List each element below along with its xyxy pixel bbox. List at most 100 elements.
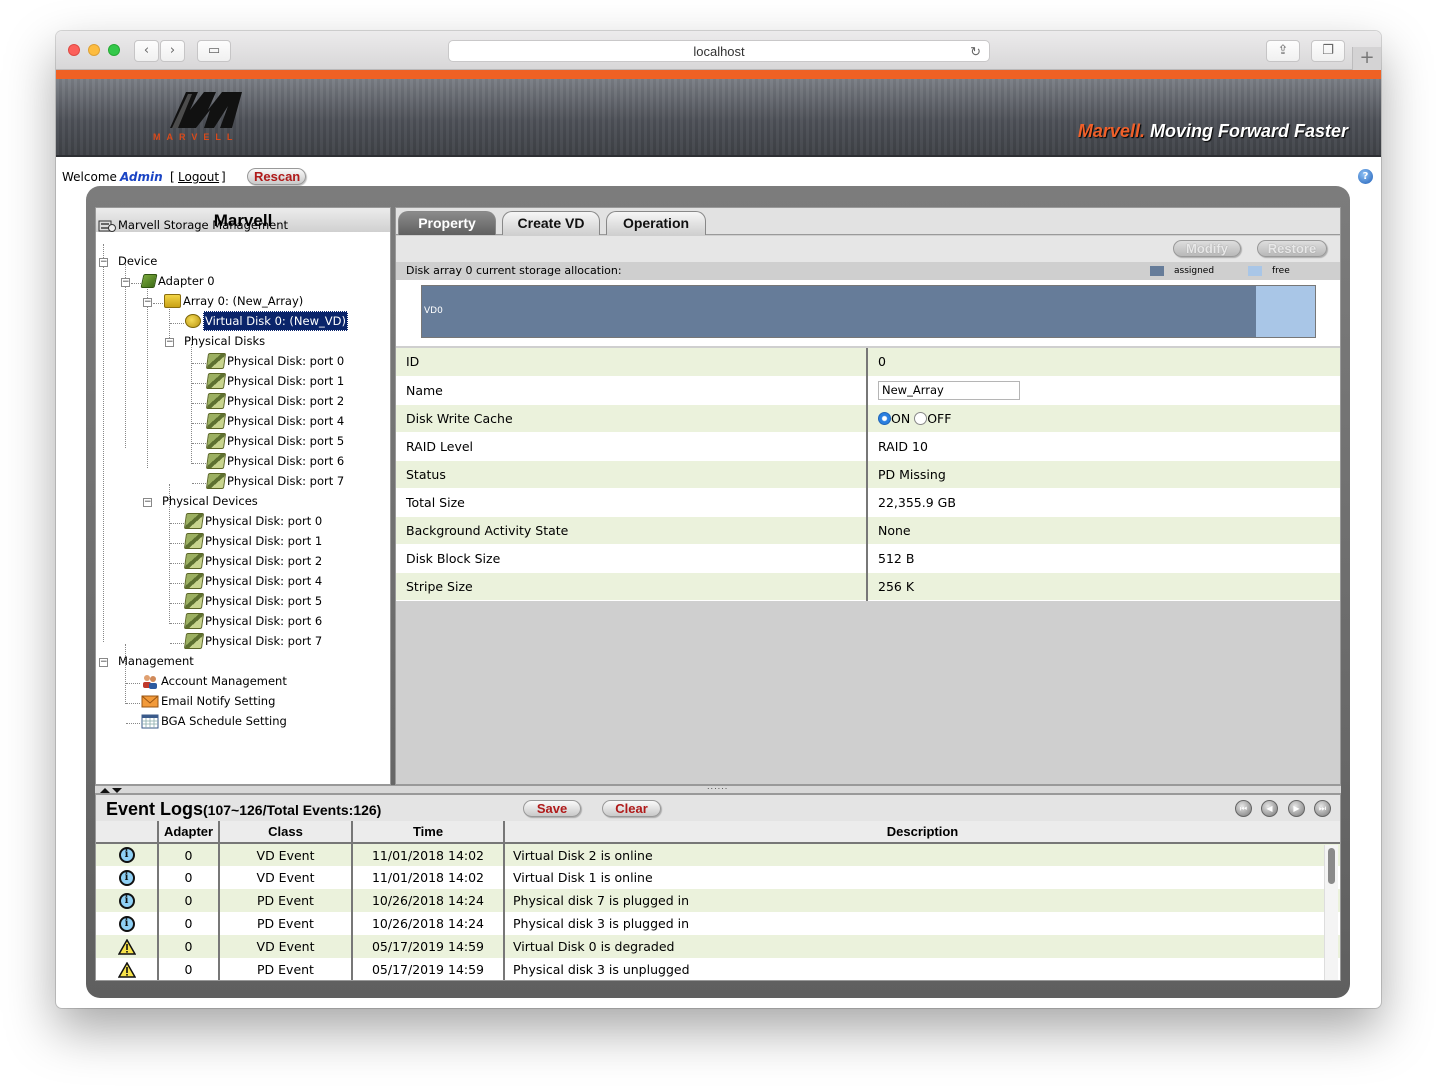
previous-page-icon[interactable]: ◀ <box>1261 800 1278 817</box>
log-adapter: 0 <box>158 889 220 912</box>
tree-item-physical-device-1[interactable]: Physical Disk: port 1 <box>183 532 322 550</box>
splitter-grip-icon[interactable]: ...... <box>707 782 728 791</box>
panel-splitter[interactable]: ...... <box>95 782 1341 794</box>
tree-item-virtual-disk[interactable]: Virtual Disk 0: (New_VD) <box>185 311 348 331</box>
tree-physical-disks-label: Physical Disks <box>184 334 266 348</box>
sidebar-toggle-icon[interactable]: ▭ <box>197 40 231 62</box>
tree-item-physical-device-2[interactable]: Physical Disk: port 2 <box>183 552 323 570</box>
tree-item-physical-disk-label: Physical Disk: port 6 <box>227 454 345 468</box>
column-header-time[interactable]: Time <box>352 821 505 844</box>
table-row[interactable]: i 0 PD Event 10/26/2018 14:24 Physical disk … <box>96 912 1340 935</box>
tab-operation[interactable]: Operation <box>606 211 706 235</box>
allocation-segment-vd0[interactable]: VD0 <box>422 286 1257 337</box>
last-page-icon[interactable]: ⏭ <box>1314 800 1331 817</box>
tree-account-label: Account Management <box>161 674 287 688</box>
tree-item-account-management[interactable]: Account Management <box>141 672 287 690</box>
tree-connector <box>170 523 184 524</box>
splitter-arrows-icon[interactable] <box>99 787 123 794</box>
logout-link[interactable]: Logout <box>178 170 219 184</box>
log-description: Physical disk 3 is plugged in <box>504 912 1340 935</box>
users-icon <box>143 675 157 689</box>
event-logs-scrollbar[interactable] <box>1324 845 1338 980</box>
close-window-icon[interactable] <box>68 44 80 56</box>
restore-button[interactable]: Restore <box>1257 240 1327 257</box>
column-header-description[interactable]: Description <box>504 821 1340 844</box>
table-row[interactable]: 0 VD Event 05/17/2019 14:59 Virtual Disk 0 … <box>96 935 1340 958</box>
tree-item-physical-device-label: Physical Disk: port 2 <box>205 554 323 568</box>
collapse-management-icon[interactable]: − <box>99 658 108 667</box>
zoom-window-icon[interactable] <box>108 44 120 56</box>
show-tabs-icon[interactable]: ❐ <box>1311 40 1345 62</box>
physical-disk-icon <box>205 453 227 469</box>
forward-icon[interactable]: › <box>160 40 185 62</box>
first-page-icon[interactable]: ⏮ <box>1235 800 1252 817</box>
tree-item-physical-disk-4[interactable]: Physical Disk: port 5 <box>205 432 344 450</box>
tree-item-bga-schedule[interactable]: BGA Schedule Setting <box>141 712 287 730</box>
tree-item-physical-device-0[interactable]: Physical Disk: port 0 <box>183 512 322 530</box>
tree-item-physical-disk-label: Physical Disk: port 1 <box>227 374 345 388</box>
property-label: Total Size <box>396 488 868 517</box>
reload-icon[interactable]: ↻ <box>970 41 981 62</box>
property-row-name: Name New_Array <box>396 376 1340 405</box>
collapse-physical-devices-icon[interactable]: − <box>143 498 152 507</box>
next-page-icon[interactable]: ▶ <box>1288 800 1305 817</box>
table-row[interactable]: 0 PD Event 05/17/2019 14:59 Physical disk 3… <box>96 958 1340 980</box>
log-description: Physical disk 3 is unplugged <box>504 958 1340 980</box>
share-icon[interactable]: ⇪ <box>1266 40 1300 62</box>
tree-item-physical-disk-3[interactable]: Physical Disk: port 4 <box>205 412 344 430</box>
column-header-severity <box>96 821 159 844</box>
collapse-array-icon[interactable]: − <box>143 298 152 307</box>
tree-item-device[interactable]: Device <box>118 252 157 270</box>
log-time: 05/17/2019 14:59 <box>352 958 505 980</box>
tree-item-array[interactable]: Array 0: (New_Array) <box>164 292 303 310</box>
table-row[interactable]: i 0 PD Event 10/26/2018 14:24 Physical disk … <box>96 889 1340 912</box>
help-icon[interactable]: ? <box>1358 169 1373 184</box>
physical-disk-icon <box>183 613 205 629</box>
property-label: Stripe Size <box>396 572 868 601</box>
scrollbar-thumb[interactable] <box>1328 848 1335 884</box>
tree-connector <box>192 363 206 364</box>
tree-item-adapter[interactable]: Adapter 0 <box>140 272 215 290</box>
clear-logs-button[interactable]: Clear <box>602 800 661 817</box>
save-logs-button[interactable]: Save <box>523 800 581 817</box>
tree-item-email-notify[interactable]: Email Notify Setting <box>141 692 275 710</box>
tree-item-physical-disk-1[interactable]: Physical Disk: port 1 <box>205 372 345 390</box>
column-header-adapter[interactable]: Adapter <box>158 821 220 844</box>
log-severity: i <box>96 843 159 866</box>
tree-item-management[interactable]: Management <box>118 652 194 670</box>
tree-item-physical-disks[interactable]: Physical Disks <box>184 332 265 350</box>
tree-item-physical-device-5[interactable]: Physical Disk: port 6 <box>183 612 322 630</box>
legend-assigned-label: assigned <box>1174 266 1215 276</box>
tree-item-physical-device-3[interactable]: Physical Disk: port 4 <box>183 572 322 590</box>
tree-connector <box>192 463 206 464</box>
tab-create-vd[interactable]: Create VD <box>502 211 600 235</box>
collapse-adapter-icon[interactable]: − <box>121 278 130 287</box>
logout-bracket-close: ] <box>221 170 226 184</box>
new-tab-icon[interactable]: + <box>1352 47 1381 70</box>
tree-root[interactable]: Marvell Storage Management <box>98 216 288 234</box>
tree-item-physical-disk-6[interactable]: Physical Disk: port 7 <box>205 472 344 490</box>
modify-button[interactable]: Modify <box>1173 240 1241 257</box>
table-row[interactable]: i 0 VD Event 11/01/2018 14:02 Virtual Disk 1… <box>96 866 1340 889</box>
tree-connector <box>131 283 141 284</box>
tree-item-physical-devices[interactable]: Physical Devices <box>162 492 258 510</box>
column-header-class[interactable]: Class <box>219 821 353 844</box>
cache-on-radio[interactable] <box>878 411 891 425</box>
rescan-button[interactable]: Rescan <box>247 168 306 185</box>
name-input[interactable]: New_Array <box>878 380 1020 400</box>
tree-item-physical-device-6[interactable]: Physical Disk: port 7 <box>183 632 322 650</box>
cache-off-radio[interactable] <box>914 411 928 425</box>
collapse-device-icon[interactable]: − <box>99 258 108 267</box>
minimize-window-icon[interactable] <box>88 44 100 56</box>
tree-item-physical-disk-5[interactable]: Physical Disk: port 6 <box>205 452 345 470</box>
back-icon[interactable]: ‹ <box>134 40 159 62</box>
address-bar[interactable]: localhost ↻ <box>448 40 990 62</box>
tab-property[interactable]: Property <box>398 211 496 235</box>
tree-item-physical-device-4[interactable]: Physical Disk: port 5 <box>183 592 322 610</box>
info-icon: i <box>118 847 135 864</box>
table-row[interactable]: i 0 VD Event 11/01/2018 14:02 Virtual Disk 2… <box>96 843 1340 866</box>
collapse-physical-disks-icon[interactable]: − <box>165 338 174 347</box>
tree-item-physical-disk-2[interactable]: Physical Disk: port 2 <box>205 392 344 410</box>
tree-item-physical-disk-0[interactable]: Physical Disk: port 0 <box>205 352 344 370</box>
property-label: Disk Write Cache <box>396 404 868 433</box>
